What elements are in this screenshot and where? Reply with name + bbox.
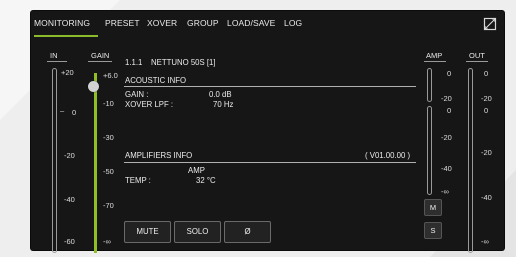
in-meter-underline [47, 61, 67, 62]
amp-scale-label: -20 [441, 94, 452, 103]
amplifiers-info-divider [124, 162, 416, 163]
amp-solo-button[interactable]: S [424, 222, 442, 239]
gain-fader-title: GAIN [91, 51, 110, 60]
temperature-label: TEMP : [125, 176, 151, 185]
gain-fader-underline [88, 61, 112, 62]
out-meter-bar [468, 68, 473, 253]
tab-log[interactable]: LOG [284, 18, 302, 28]
tab-load-save[interactable]: LOAD/SAVE [227, 18, 275, 28]
amp-column-header: AMP [188, 166, 205, 175]
gain-scale-label: -50 [103, 167, 114, 176]
out-scale-label: -20 [481, 94, 492, 103]
temperature-value: 32 °C [196, 176, 216, 185]
acoustic-info-title: ACOUSTIC INFO [125, 76, 187, 85]
monitoring-panel: MONITORING PRESET XOVER GROUP LOAD/SAVE … [31, 11, 504, 253]
gain-scale-label: -∞ [103, 237, 111, 246]
amp-scale-label: 0 [447, 69, 452, 78]
gain-scale-label: +6.0 [103, 71, 118, 80]
amp-meter-title: AMP [426, 51, 443, 60]
in-scale-label: +20 [61, 68, 74, 77]
firmware-version: ( V01.00.00 ) [365, 151, 411, 160]
tab-xover[interactable]: XOVER [147, 18, 177, 28]
xover-lpf-label: XOVER LPF : [125, 100, 174, 109]
out-meter-title: OUT [469, 51, 485, 60]
mute-button[interactable]: MUTE [124, 221, 171, 243]
out-meter-underline [466, 61, 488, 62]
tab-group[interactable]: GROUP [187, 18, 219, 28]
tab-preset[interactable]: PRESET [105, 18, 140, 28]
amp-mute-button[interactable]: M [424, 199, 442, 216]
in-scale-label: -60 [64, 237, 75, 246]
in-meter-bar [52, 68, 57, 253]
gain-scale-label: -30 [103, 133, 114, 142]
out-scale-label: 0 [484, 69, 489, 78]
amp-scale-label: -40 [441, 164, 452, 173]
acoustic-info-divider [124, 86, 416, 87]
amp-scale-label: 0 [447, 106, 452, 115]
device-id: 1.1.1 [125, 58, 143, 67]
out-scale-label: -20 [481, 148, 492, 157]
in-level-marker: – [60, 106, 65, 115]
gain-scale-label: -70 [103, 201, 114, 210]
amp-meter-bar-top [427, 68, 432, 102]
out-scale-label: -∞ [481, 237, 489, 246]
amp-meter-underline [424, 61, 446, 62]
gain-label: GAIN : [125, 90, 149, 99]
gain-fader-track[interactable] [94, 73, 97, 253]
expand-icon[interactable] [483, 17, 497, 31]
gain-value: 0.0 dB [209, 90, 232, 99]
in-scale-label: 0 [72, 108, 77, 117]
amp-scale-label: -∞ [441, 187, 449, 196]
tab-monitoring[interactable]: MONITORING [34, 18, 90, 28]
solo-button[interactable]: SOLO [174, 221, 221, 243]
phase-invert-button[interactable]: Ø [224, 221, 271, 243]
device-name: NETTUNO 50S [1] [151, 58, 216, 67]
in-scale-label: -40 [64, 195, 75, 204]
amp-meter-bar-bottom [427, 106, 432, 195]
in-meter-title: IN [50, 51, 58, 60]
tab-bar: MONITORING PRESET XOVER GROUP LOAD/SAVE … [31, 11, 504, 37]
amplifiers-info-title: AMPLIFIERS INFO [125, 151, 193, 160]
out-scale-label: -40 [481, 193, 492, 202]
out-scale-label: 0 [484, 106, 489, 115]
amp-scale-label: -20 [441, 133, 452, 142]
xover-lpf-value: 70 Hz [213, 100, 234, 109]
active-tab-indicator [34, 35, 98, 37]
gain-fader-handle[interactable] [88, 81, 99, 92]
gain-scale-label: -10 [103, 99, 114, 108]
in-scale-label: -20 [64, 151, 75, 160]
